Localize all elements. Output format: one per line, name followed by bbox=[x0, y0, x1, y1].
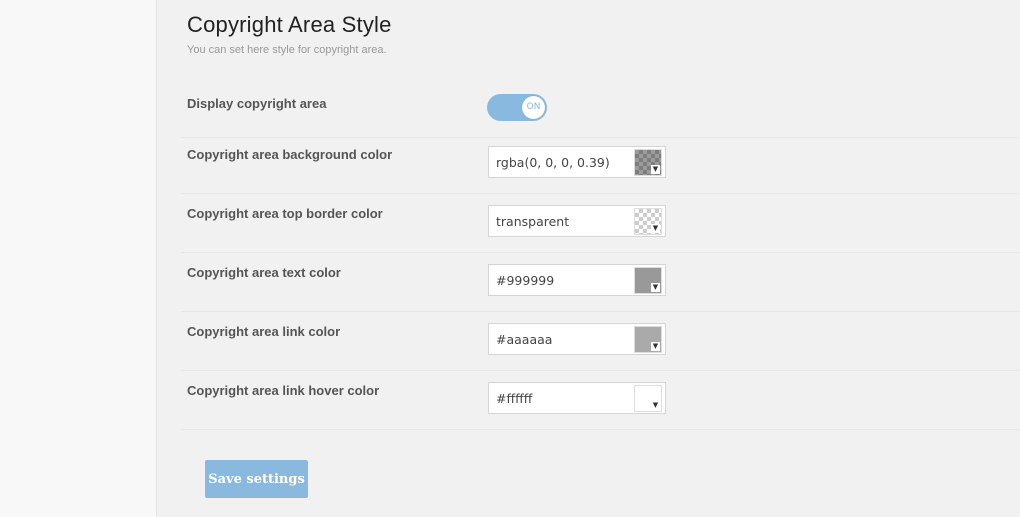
section-description: You can set here style for copyright are… bbox=[187, 44, 387, 56]
setting-row-link-hover-color: Copyright area link hover color ▼ bbox=[181, 370, 1020, 430]
setting-row-top-border-color: Copyright area top border color ▼ bbox=[181, 193, 1020, 253]
background-color-swatch[interactable]: ▼ bbox=[634, 149, 662, 176]
top-border-color-swatch[interactable]: ▼ bbox=[634, 208, 662, 235]
link-color-swatch[interactable]: ▼ bbox=[634, 326, 662, 353]
caret-down-icon: ▼ bbox=[651, 165, 660, 174]
setting-row-text-color: Copyright area text color ▼ bbox=[181, 252, 1020, 312]
left-panel bbox=[0, 0, 157, 517]
link-color-label: Copyright area link color bbox=[187, 324, 341, 339]
display-copyright-toggle[interactable]: ON bbox=[487, 94, 547, 121]
text-color-swatch[interactable]: ▼ bbox=[634, 267, 662, 294]
text-color-label: Copyright area text color bbox=[187, 265, 341, 280]
display-copyright-label: Display copyright area bbox=[187, 96, 327, 111]
link-color-input[interactable] bbox=[489, 324, 634, 354]
top-border-color-label: Copyright area top border color bbox=[187, 206, 383, 221]
link-hover-color-input[interactable] bbox=[489, 383, 634, 413]
top-border-color-input[interactable] bbox=[489, 206, 634, 236]
setting-row-background-color: Copyright area background color ▼ bbox=[181, 137, 1020, 194]
save-settings-button[interactable]: Save settings bbox=[205, 460, 308, 498]
link-hover-color-field: ▼ bbox=[488, 382, 666, 414]
top-border-color-field: ▼ bbox=[488, 205, 666, 237]
background-color-input[interactable] bbox=[489, 147, 634, 177]
background-color-label: Copyright area background color bbox=[187, 147, 393, 162]
toggle-knob: ON bbox=[522, 96, 545, 119]
link-hover-color-label: Copyright area link hover color bbox=[187, 383, 380, 398]
caret-down-icon: ▼ bbox=[651, 342, 660, 351]
caret-down-icon: ▼ bbox=[651, 401, 660, 410]
background-color-field: ▼ bbox=[488, 146, 666, 178]
caret-down-icon: ▼ bbox=[651, 283, 660, 292]
setting-row-display: Display copyright area ON bbox=[181, 83, 1020, 138]
link-hover-color-swatch[interactable]: ▼ bbox=[634, 385, 662, 412]
section-title: Copyright Area Style bbox=[187, 12, 392, 37]
caret-down-icon: ▼ bbox=[651, 224, 660, 233]
text-color-input[interactable] bbox=[489, 265, 634, 295]
settings-panel: Copyright Area Style You can set here st… bbox=[157, 0, 1020, 517]
text-color-field: ▼ bbox=[488, 264, 666, 296]
setting-row-link-color: Copyright area link color ▼ bbox=[181, 311, 1020, 371]
link-color-field: ▼ bbox=[488, 323, 666, 355]
